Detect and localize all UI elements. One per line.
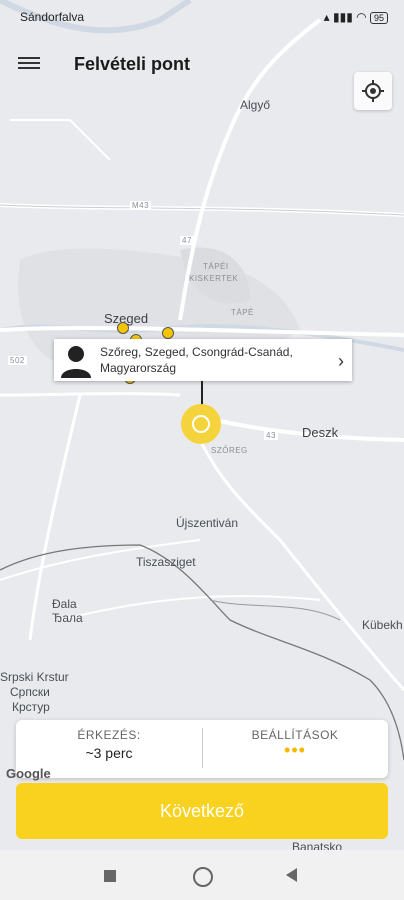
- pickup-address-bubble[interactable]: Szőreg, Szeged, Csongrád-Csanád, Magyaro…: [54, 339, 352, 381]
- locate-button[interactable]: [354, 72, 392, 110]
- map-label: Kübekh: [362, 618, 403, 632]
- map-label: Srpski Krstur: [0, 670, 69, 684]
- map-label: M43: [130, 201, 152, 210]
- map-label: KISKERTEK: [189, 274, 239, 283]
- recents-button[interactable]: [104, 870, 116, 882]
- arrival-value: ~3 perc: [85, 745, 133, 761]
- more-icon: •••: [284, 740, 306, 760]
- map-label: Đala: [52, 597, 77, 611]
- pickup-pin-icon: [181, 404, 221, 444]
- map-label: 47: [180, 236, 194, 245]
- top-bar: Felvételi pont: [0, 44, 404, 88]
- map-label: TÁPÉ: [231, 308, 254, 317]
- battery-level: 95: [369, 12, 388, 24]
- taxi-icon: [117, 322, 129, 334]
- map-label: Крстур: [12, 700, 50, 714]
- map-label: 502: [8, 356, 27, 365]
- trip-info-card: ÉRKEZÉS: ~3 perc BEÁLLÍTÁSOK •••: [16, 720, 388, 778]
- system-nav-bar: [0, 850, 404, 900]
- map-label: Banatsko: [292, 840, 343, 850]
- map-label: Újszentiván: [176, 516, 239, 530]
- arrival-section: ÉRKEZÉS: ~3 perc: [16, 728, 202, 761]
- settings-button[interactable]: BEÁLLÍTÁSOK •••: [202, 728, 388, 761]
- locate-icon: [362, 80, 384, 102]
- google-logo: Google: [6, 766, 51, 781]
- map-label: Српски: [10, 685, 50, 699]
- next-button[interactable]: Következő: [16, 783, 388, 839]
- map-label: SZŐREG: [211, 446, 248, 455]
- map-label: Tiszasziget: [136, 555, 196, 569]
- map-label: Ђала: [52, 611, 83, 625]
- taxi-icon: [162, 327, 174, 339]
- back-button[interactable]: [286, 868, 297, 882]
- map-label: TÁPÉI: [203, 262, 229, 271]
- person-icon: [61, 346, 91, 378]
- home-button[interactable]: [193, 867, 213, 887]
- pickup-address-text: Szőreg, Szeged, Csongrád-Csanád, Magyaro…: [100, 345, 293, 375]
- arrival-label: ÉRKEZÉS:: [77, 728, 141, 742]
- map-label: Deszk: [302, 425, 339, 440]
- status-bar: Sándorfalva ▴ ▮▮▮ ◠ 95: [0, 0, 404, 44]
- chevron-right-icon: ›: [338, 351, 344, 371]
- map-label: Algyő: [240, 98, 271, 112]
- status-left-text: Sándorfalva: [20, 10, 85, 24]
- map-label: 43: [264, 431, 278, 440]
- battery-indicator: ▴ ▮▮▮ ◠ 95: [324, 10, 388, 24]
- page-title: Felvételi pont: [74, 54, 191, 74]
- menu-icon[interactable]: [18, 54, 40, 74]
